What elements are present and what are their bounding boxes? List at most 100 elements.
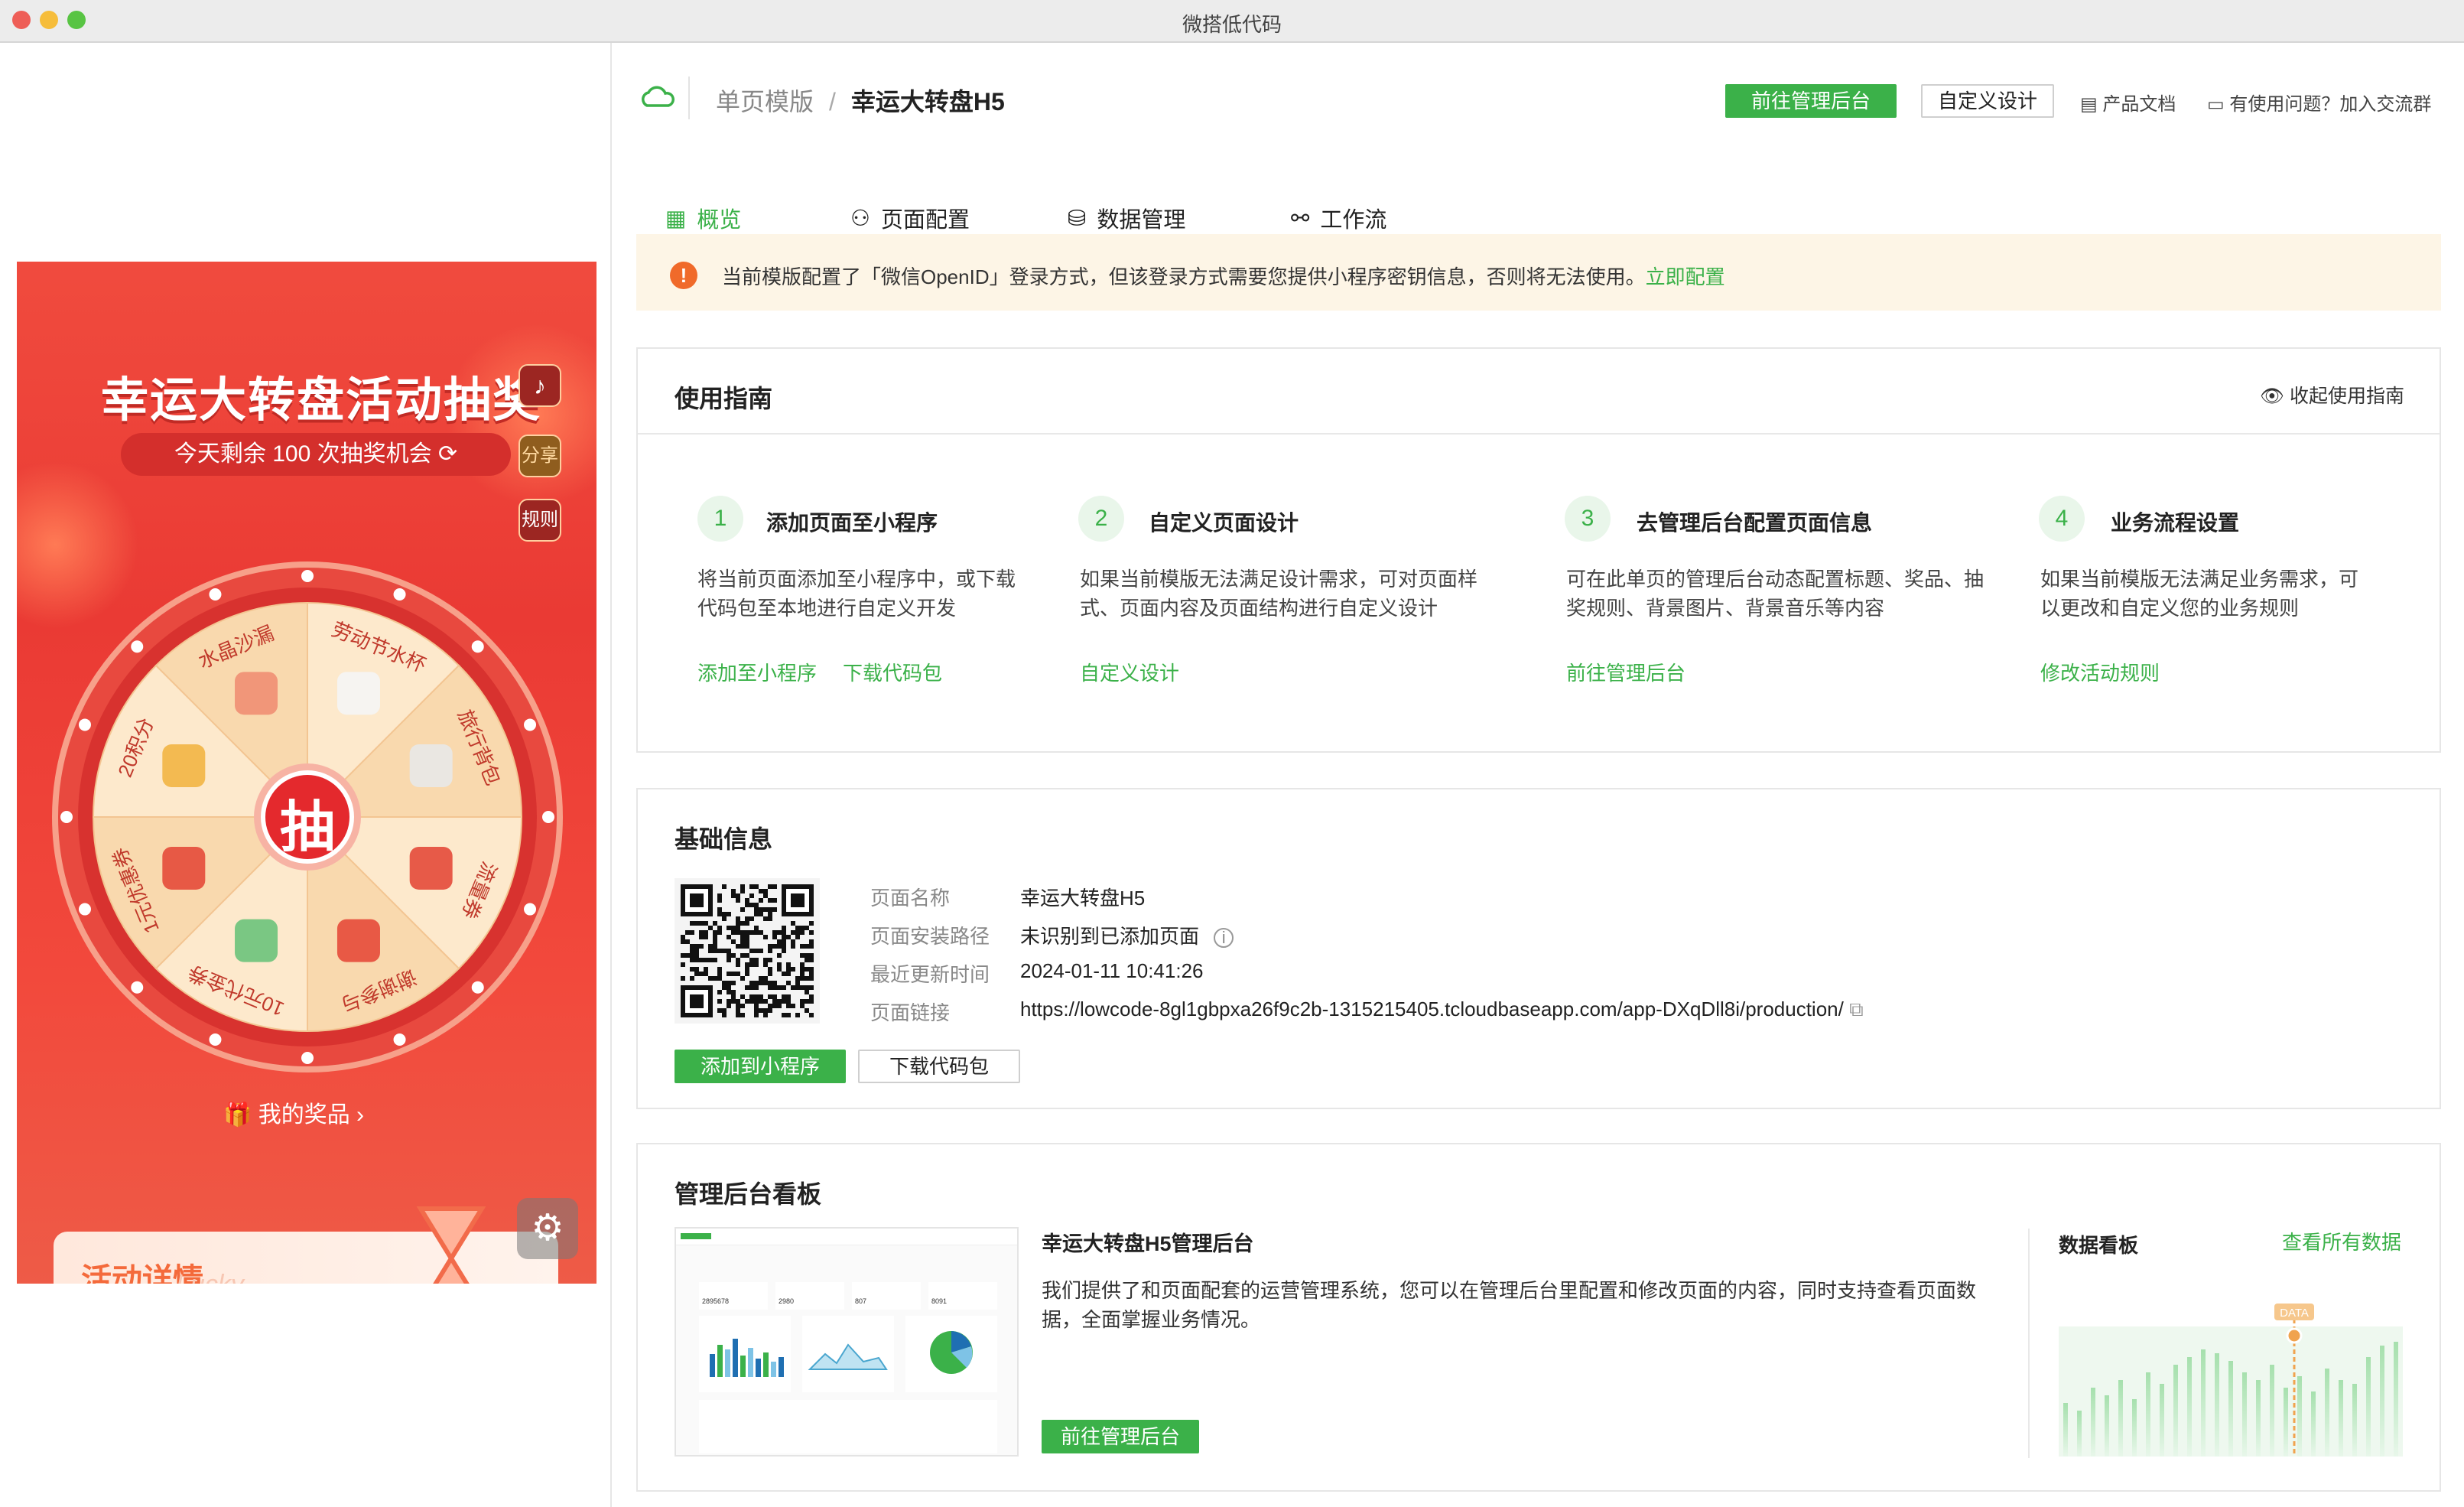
rules-button[interactable]: 规则 bbox=[518, 499, 561, 542]
qr-module bbox=[713, 939, 717, 944]
preview-title: 幸运大转盘活动抽奖 bbox=[101, 374, 542, 427]
cloud-logo-icon[interactable] bbox=[639, 86, 675, 110]
board-bar bbox=[2063, 1403, 2068, 1457]
qr-module bbox=[791, 921, 795, 926]
qr-module bbox=[699, 935, 704, 939]
qr-module bbox=[740, 1013, 745, 1017]
qr-module bbox=[805, 967, 809, 972]
share-button[interactable]: 分享 bbox=[518, 435, 561, 477]
qr-module bbox=[805, 999, 809, 1004]
qr-module bbox=[749, 949, 754, 953]
download-code-button[interactable]: 下载代码包 bbox=[858, 1050, 1020, 1083]
help-link[interactable]: ▭ 有使用问题？加入交流群 bbox=[2207, 89, 2431, 116]
music-icon[interactable]: ♪ bbox=[518, 364, 561, 407]
download-code-link[interactable]: 下载代码包 bbox=[843, 658, 942, 686]
board-bar bbox=[2366, 1357, 2371, 1457]
qr-module bbox=[694, 967, 699, 972]
prize-wheel[interactable]: 抽 劳动节水杯 旅行背包 流量券 谢谢参与 10元代金券 1元优惠券 20积分 水晶沙漏 bbox=[50, 560, 564, 1074]
board-bar bbox=[2160, 1384, 2164, 1457]
custom-design-button[interactable]: 自定义设计 bbox=[1921, 84, 2054, 118]
qr-module bbox=[717, 930, 722, 935]
settings-icon[interactable]: ⚙ bbox=[517, 1198, 578, 1259]
qr-code[interactable] bbox=[675, 878, 820, 1024]
wheel-light bbox=[60, 811, 73, 823]
add-to-miniprogram-button[interactable]: 添加到小程序 bbox=[675, 1050, 846, 1083]
qr-module bbox=[699, 944, 704, 949]
qr-module bbox=[722, 1008, 727, 1013]
configure-now-link[interactable]: 立即配置 bbox=[1646, 265, 1725, 288]
qr-module bbox=[777, 953, 782, 958]
qr-module bbox=[772, 930, 777, 935]
qr-module bbox=[694, 921, 699, 926]
qr-module bbox=[786, 994, 791, 999]
qr-module bbox=[745, 972, 749, 976]
thumb-stat-1: 2895678 bbox=[699, 1282, 768, 1310]
qr-module bbox=[809, 976, 814, 981]
admin-thumbnail[interactable]: 2895678 2980 807 8091 bbox=[675, 1227, 1019, 1457]
qr-module bbox=[754, 930, 759, 935]
qr-module bbox=[805, 958, 809, 962]
tab-overview[interactable]: ▦ 概览 bbox=[665, 202, 741, 234]
qr-module bbox=[805, 985, 809, 990]
thumb-bar bbox=[763, 1352, 769, 1377]
qr-module bbox=[754, 1008, 759, 1013]
qr-module bbox=[772, 898, 777, 903]
qr-module bbox=[731, 939, 736, 944]
eye-icon: 👁 bbox=[2260, 386, 2285, 407]
qr-module bbox=[772, 981, 777, 985]
board-bar bbox=[2091, 1388, 2095, 1457]
qr-module bbox=[736, 893, 740, 898]
step-1-number: 1 bbox=[697, 496, 743, 542]
custom-design-link[interactable]: 自定义设计 bbox=[1080, 658, 1179, 686]
modify-rules-link[interactable]: 修改活动规则 bbox=[2040, 658, 2160, 686]
qr-module bbox=[768, 958, 772, 962]
collapse-guide-link[interactable]: 👁 收起使用指南 bbox=[2260, 381, 2404, 408]
qr-module bbox=[763, 958, 768, 962]
docs-link[interactable]: ▤ 产品文档 bbox=[2080, 89, 2176, 116]
prize-icon bbox=[162, 846, 206, 890]
tab-page-config[interactable]: ⚇ 页面配置 bbox=[850, 202, 970, 234]
qr-module bbox=[800, 1004, 805, 1008]
qr-module bbox=[722, 884, 727, 889]
goto-admin-button[interactable]: 前往管理后台 bbox=[1725, 84, 1897, 118]
add-to-miniprogram-link[interactable]: 添加至小程序 bbox=[697, 658, 817, 686]
breadcrumb-parent[interactable]: 单页模版 bbox=[716, 88, 814, 116]
copy-icon[interactable]: ⧉ bbox=[1849, 998, 1864, 1020]
tab-workflow[interactable]: ⚯ 工作流 bbox=[1291, 202, 1386, 234]
info-icon[interactable]: i bbox=[1214, 928, 1234, 948]
qr-module bbox=[754, 962, 759, 967]
qr-module bbox=[759, 930, 763, 935]
goto-admin-link[interactable]: 前往管理后台 bbox=[1566, 658, 1685, 686]
phone-preview[interactable]: 幸运大转盘活动抽奖 今天剩余 100 次抽奖机会 ⟳ ♪ 分享 规则 抽 劳动节… bbox=[17, 262, 596, 1284]
qr-module bbox=[713, 976, 717, 981]
draw-button[interactable]: 抽 bbox=[269, 782, 346, 862]
qr-module bbox=[717, 976, 722, 981]
thumb-bar bbox=[771, 1362, 776, 1377]
qr-module bbox=[800, 976, 805, 981]
wheel-light bbox=[301, 570, 314, 582]
tab-data-management[interactable]: ⛁ 数据管理 bbox=[1068, 202, 1185, 234]
qr-module bbox=[782, 944, 786, 949]
qr-module bbox=[740, 994, 745, 999]
qr-module bbox=[805, 926, 809, 930]
qr-module bbox=[786, 1004, 791, 1008]
qr-module bbox=[731, 953, 736, 958]
qr-module bbox=[704, 967, 708, 972]
qr-module bbox=[800, 967, 805, 972]
qr-module bbox=[782, 994, 786, 999]
usage-guide-panel: 使用指南 👁 收起使用指南 1 添加页面至小程序 将当前页面添加至小程序中，或下… bbox=[636, 347, 2441, 753]
view-all-data-link[interactable]: 查看所有数据 bbox=[2282, 1227, 2401, 1255]
board-bar bbox=[2270, 1365, 2274, 1457]
qr-module bbox=[749, 999, 754, 1004]
step-4-number: 4 bbox=[2039, 496, 2085, 542]
step-1-title: 添加页面至小程序 bbox=[766, 511, 938, 535]
qr-module bbox=[727, 953, 731, 958]
qr-module bbox=[786, 935, 791, 939]
qr-module bbox=[791, 985, 795, 990]
dashboard-goto-admin-button[interactable]: 前往管理后台 bbox=[1042, 1420, 1199, 1453]
refresh-icon[interactable]: ⟳ bbox=[438, 441, 457, 467]
qr-module bbox=[782, 939, 786, 944]
qr-module bbox=[717, 907, 722, 912]
my-prizes-link[interactable]: 🎁 我的奖品 › bbox=[223, 1095, 364, 1129]
activity-detail-card[interactable]: 活动详情 Lucky bbox=[54, 1206, 558, 1284]
